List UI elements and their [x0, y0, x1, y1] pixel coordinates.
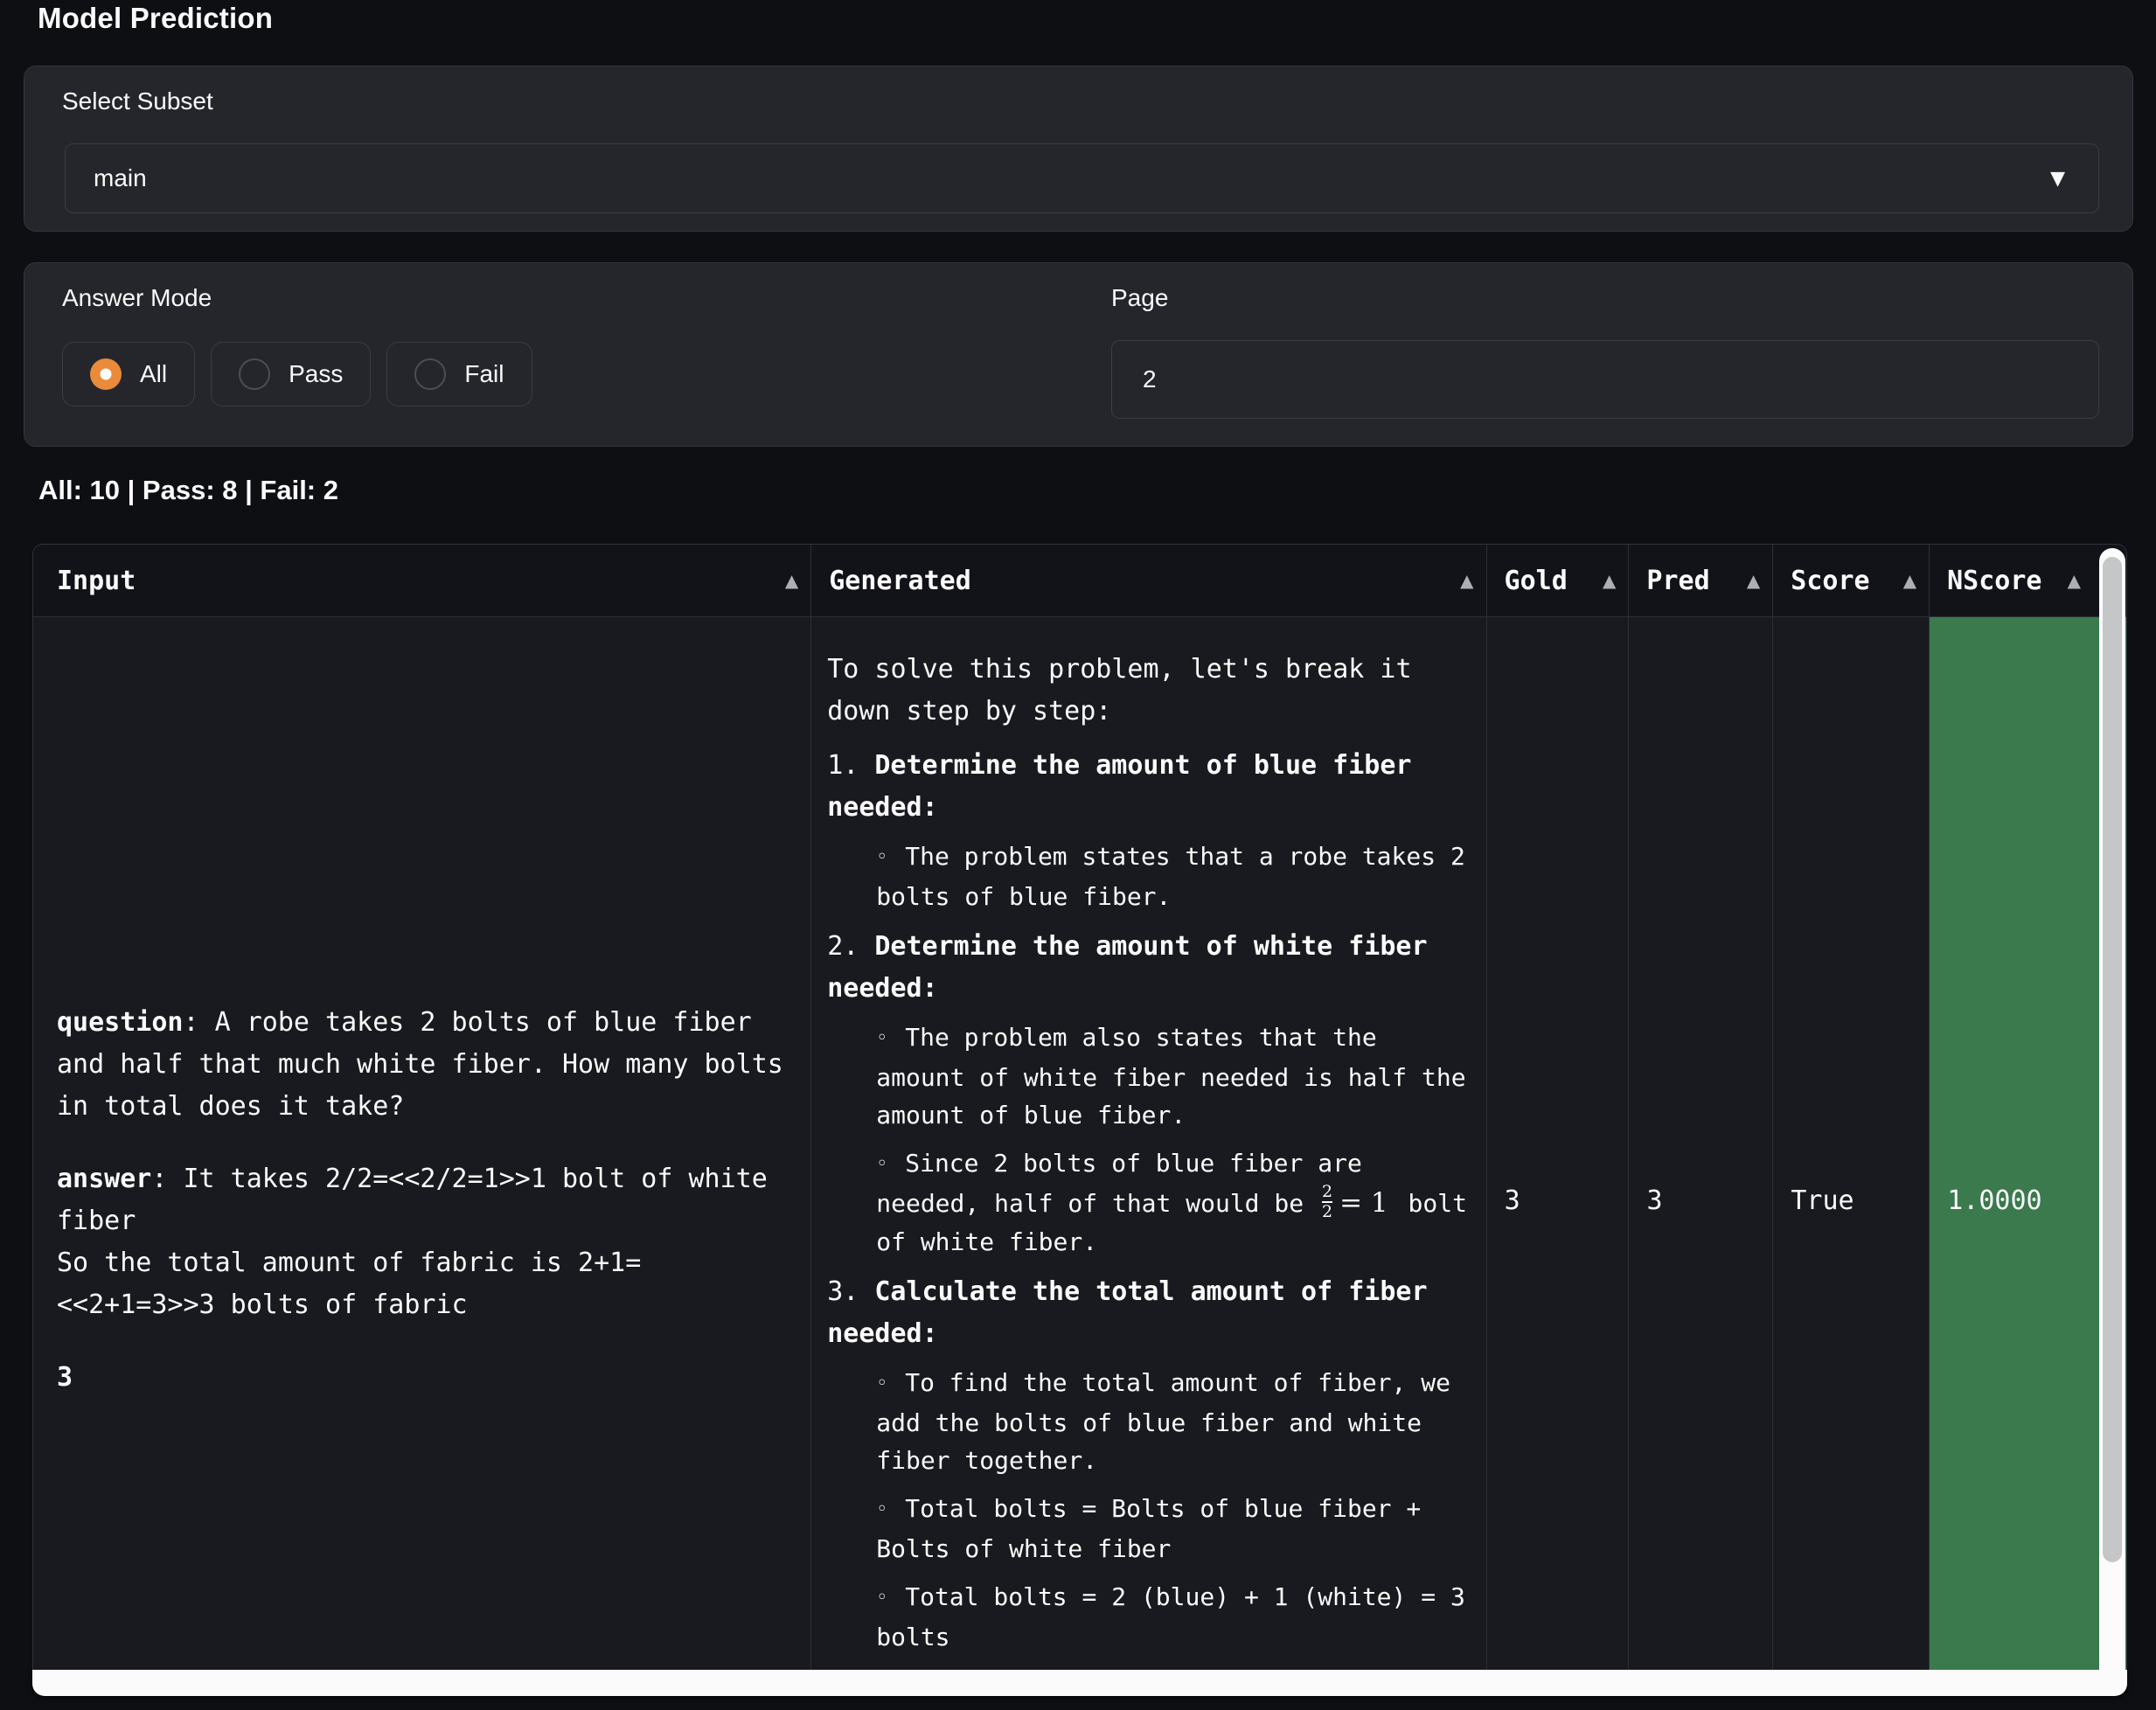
bullet-icon: ◦	[876, 1498, 887, 1520]
generated-bullet: ◦Total bolts = 2 (blue) + 1 (white) = 3 …	[876, 1578, 1470, 1656]
bullet-icon: ◦	[876, 1373, 887, 1394]
generated-bullet: ◦Total bolts = Bolts of blue fiber + Bol…	[876, 1490, 1470, 1568]
radio-label-all: All	[140, 360, 167, 388]
sort-asc-icon[interactable]: ▲	[1603, 570, 1616, 591]
bullet-icon: ◦	[876, 1027, 887, 1049]
column-header-gold[interactable]: Gold ▲	[1486, 545, 1629, 616]
cell-score[interactable]: True	[1772, 617, 1929, 1670]
answer-mode-radio-group: All Pass Fail	[62, 342, 532, 407]
sort-asc-icon[interactable]: ▲	[1460, 570, 1473, 591]
sort-asc-icon[interactable]: ▲	[785, 570, 798, 591]
radio-option-all[interactable]: All	[62, 342, 195, 407]
column-header-score[interactable]: Score ▲	[1772, 545, 1929, 616]
generated-step-2: 2.Determine the amount of white fiber ne…	[827, 926, 1470, 1261]
vertical-scrollbar[interactable]	[2099, 548, 2125, 1670]
generated-bullet-math: ◦Since 2 bolts of blue fiber are needed,…	[876, 1144, 1470, 1261]
generated-bullet: ◦The problem also states that the amount…	[876, 1018, 1470, 1134]
column-header-generated[interactable]: Generated ▲	[810, 545, 1485, 616]
generated-bullet: ◦To find the total amount of fiber, we a…	[876, 1364, 1470, 1479]
table-header-row: Input ▲ Generated ▲ Gold ▲ Pred ▲ Score …	[33, 545, 2126, 617]
page-number-input[interactable]: 2	[1111, 340, 2099, 419]
column-header-nscore[interactable]: NScore ▲	[1929, 545, 2126, 616]
vertical-scrollbar-thumb[interactable]	[2103, 557, 2122, 1562]
bullet-icon: ◦	[876, 1153, 887, 1175]
cell-input[interactable]: question: A robe takes 2 bolts of blue f…	[33, 617, 810, 1670]
subset-label: Select Subset	[62, 87, 213, 115]
cell-generated[interactable]: To solve this problem, let's break it do…	[810, 617, 1485, 1670]
generated-step-3: 3.Calculate the total amount of fiber ne…	[827, 1271, 1470, 1656]
input-final-answer: 3	[57, 1357, 787, 1399]
answer-mode-label: Answer Mode	[62, 284, 212, 312]
subset-selected-value: main	[94, 164, 147, 192]
table-row[interactable]: question: A robe takes 2 bolts of blue f…	[33, 617, 2126, 1670]
bullet-icon: ◦	[876, 846, 887, 868]
page-field-label: Page	[1111, 284, 1168, 312]
chevron-down-icon[interactable]: ▼	[2050, 168, 2065, 190]
horizontal-scrollbar[interactable]	[32, 1670, 2127, 1696]
input-answer: answer: It takes 2/2=<<2/2=1>>1 bolt of …	[57, 1158, 787, 1326]
radio-option-fail[interactable]: Fail	[386, 342, 532, 407]
input-question: question: A robe takes 2 bolts of blue f…	[57, 1002, 787, 1128]
bullet-icon: ◦	[876, 1587, 887, 1609]
cell-pred[interactable]: 3	[1628, 617, 1772, 1670]
radio-unselected-icon	[239, 358, 270, 390]
radio-selected-icon	[90, 358, 122, 390]
results-table: Input ▲ Generated ▲ Gold ▲ Pred ▲ Score …	[32, 544, 2127, 1696]
math-fraction: 22	[1322, 1184, 1332, 1221]
radio-label-fail: Fail	[464, 360, 504, 388]
math-equals: = 1	[1339, 1187, 1388, 1219]
page-number-value: 2	[1143, 365, 1157, 393]
cell-gold[interactable]: 3	[1486, 617, 1629, 1670]
radio-label-pass: Pass	[289, 360, 343, 388]
subset-select[interactable]: main ▼	[65, 143, 2099, 213]
cell-nscore[interactable]: 1.0000	[1929, 617, 2126, 1670]
column-header-input[interactable]: Input ▲	[33, 545, 810, 616]
generated-intro: To solve this problem, let's break it do…	[827, 649, 1470, 733]
radio-option-pass[interactable]: Pass	[211, 342, 371, 407]
column-header-pred[interactable]: Pred ▲	[1628, 545, 1772, 616]
page-title: Model Prediction	[38, 2, 273, 35]
results-summary: All: 10 | Pass: 8 | Fail: 2	[38, 475, 338, 506]
sort-asc-icon[interactable]: ▲	[2068, 570, 2081, 591]
radio-unselected-icon	[414, 358, 446, 390]
filters-card: Answer Mode All Pass Fail Page 2	[24, 262, 2133, 447]
table-viewport: Input ▲ Generated ▲ Gold ▲ Pred ▲ Score …	[32, 544, 2127, 1670]
sort-asc-icon[interactable]: ▲	[1747, 570, 1760, 591]
generated-step-1: 1.Determine the amount of blue fiber nee…	[827, 745, 1470, 915]
subset-card: Select Subset main ▼	[24, 66, 2133, 232]
sort-asc-icon[interactable]: ▲	[1903, 570, 1916, 591]
generated-bullet: ◦The problem states that a robe takes 2 …	[876, 838, 1470, 915]
